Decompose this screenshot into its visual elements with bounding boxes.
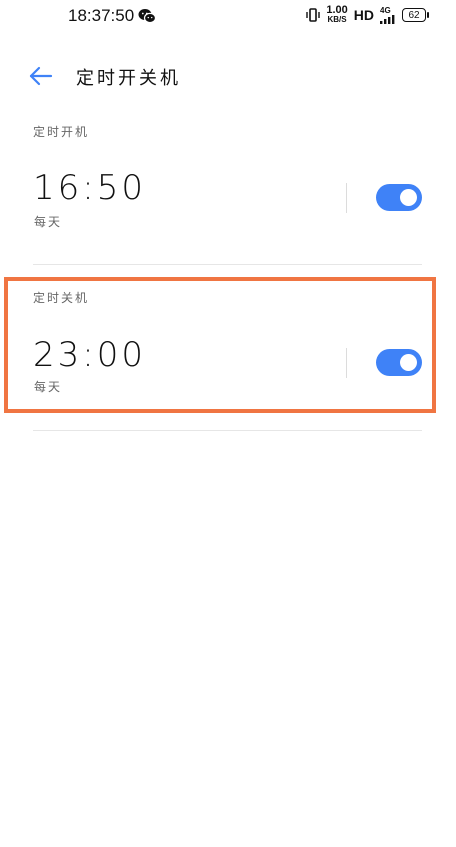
divider <box>33 264 422 265</box>
vibrate-icon <box>306 7 321 23</box>
power-on-repeat: 每天 <box>34 215 63 229</box>
network-type: 4G <box>380 5 391 15</box>
network-speed-value: 1.00 <box>326 4 348 16</box>
power-off-toggle[interactable] <box>376 349 422 376</box>
power-on-time[interactable]: 16:50 <box>33 168 146 208</box>
power-off-time[interactable]: 23:00 <box>33 335 146 375</box>
power-on-section-label: 定时开机 <box>33 125 90 139</box>
divider <box>33 430 422 431</box>
divider <box>346 183 347 213</box>
status-indicators: 1.00 KB/S HD 4G 62 <box>306 4 429 25</box>
status-bar: 18:37:50 1.00 KB/S HD 4G 62 <box>0 0 456 34</box>
divider <box>346 348 347 378</box>
wechat-icon <box>138 8 157 28</box>
back-arrow-icon[interactable] <box>28 64 54 88</box>
power-off-section-label: 定时关机 <box>33 291 90 305</box>
status-time: 18:37:50 <box>68 6 135 25</box>
page-header: 定时开关机 <box>0 56 456 96</box>
network-speed-unit: KB/S <box>327 15 347 24</box>
power-off-repeat: 每天 <box>34 380 63 394</box>
battery-icon: 62 <box>402 8 429 22</box>
battery-level: 62 <box>408 9 420 21</box>
page-title: 定时开关机 <box>76 68 181 89</box>
hd-indicator: HD <box>353 7 374 23</box>
toggle-knob <box>400 354 417 371</box>
power-on-toggle[interactable] <box>376 184 422 211</box>
network-speed: 1.00 KB/S <box>326 4 348 25</box>
signal-icon: 4G <box>380 5 396 24</box>
toggle-knob <box>400 189 417 206</box>
